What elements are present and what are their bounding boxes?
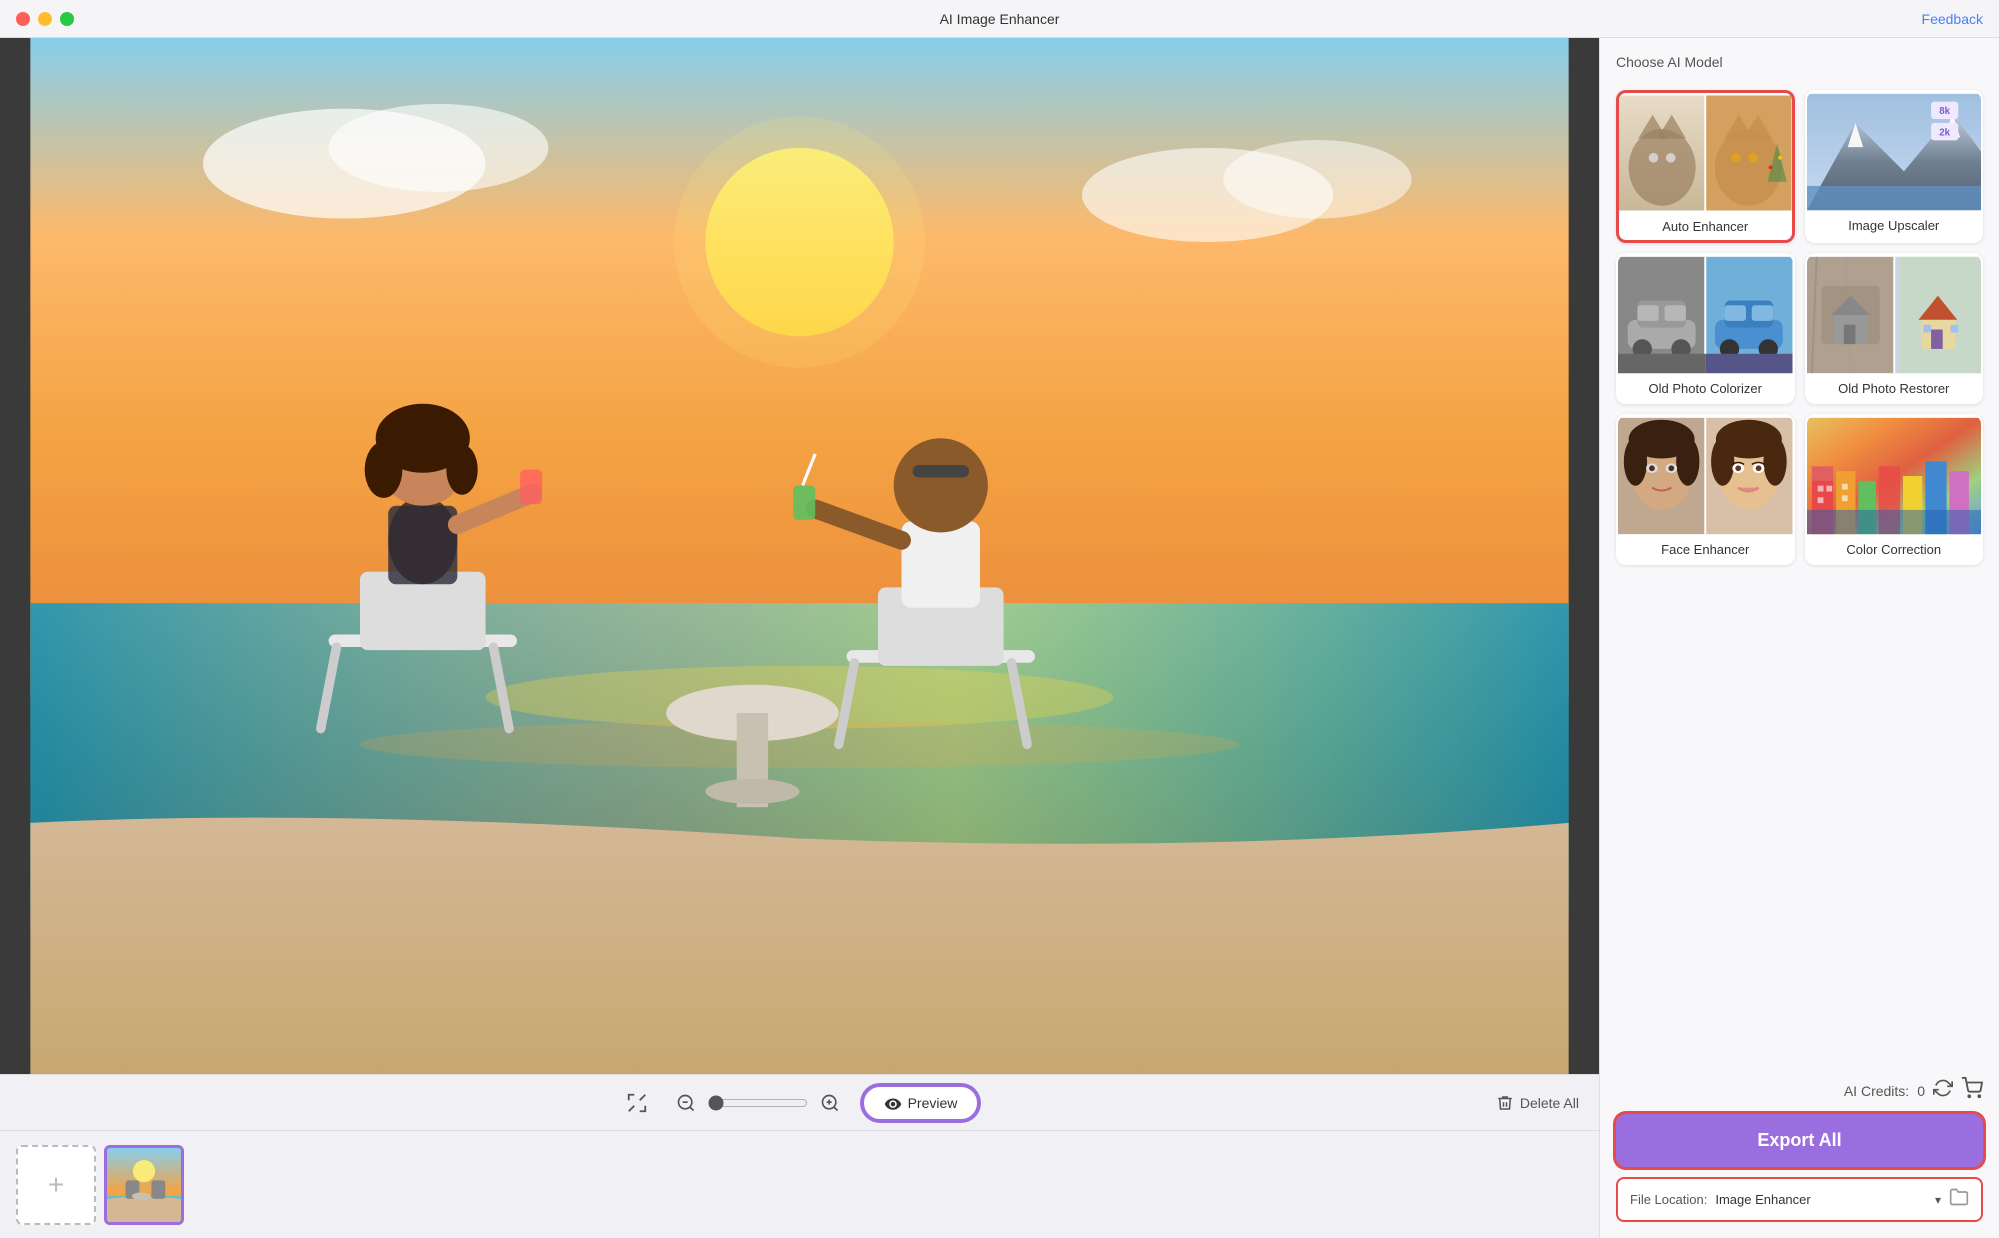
export-all-button[interactable]: Export All <box>1616 1114 1983 1167</box>
preview-button[interactable]: Preview <box>862 1085 980 1121</box>
main-image <box>0 38 1599 1074</box>
zoom-slider[interactable] <box>708 1095 808 1111</box>
open-folder-button[interactable] <box>1949 1187 1969 1212</box>
svg-text:8k: 8k <box>1939 106 1950 117</box>
zoom-in-button[interactable] <box>814 1087 846 1119</box>
ai-credits-count: 0 <box>1917 1083 1925 1099</box>
bottom-section: AI Credits: 0 <box>1616 1077 1983 1222</box>
eye-icon <box>884 1096 902 1110</box>
svg-text:2k: 2k <box>1939 128 1950 139</box>
section-title: Choose AI Model <box>1616 54 1983 70</box>
color-correction-label: Color Correction <box>1807 536 1982 563</box>
maximize-dot[interactable] <box>60 12 74 26</box>
minimize-dot[interactable] <box>38 12 52 26</box>
model-card-old-photo-colorizer[interactable]: Old Photo Colorizer <box>1616 253 1795 404</box>
color-correction-image <box>1807 416 1982 536</box>
ai-credits-row: AI Credits: 0 <box>1616 1077 1983 1104</box>
trash-icon <box>1496 1094 1514 1112</box>
model-card-face-enhancer[interactable]: Face Enhancer <box>1616 414 1795 565</box>
delete-all-button[interactable]: Delete All <box>1496 1094 1579 1112</box>
titlebar: AI Image Enhancer Feedback <box>0 0 1999 38</box>
refresh-credits-button[interactable] <box>1933 1078 1953 1103</box>
crop-tool-button[interactable] <box>620 1086 654 1120</box>
colorizer-label: Old Photo Colorizer <box>1618 375 1793 402</box>
canvas-area[interactable] <box>0 38 1599 1074</box>
model-card-color-correction[interactable]: Color Correction <box>1805 414 1984 565</box>
ai-credits-label: AI Credits: <box>1844 1083 1909 1099</box>
close-dot[interactable] <box>16 12 30 26</box>
model-card-auto-enhancer[interactable]: Auto Enhancer <box>1616 90 1795 243</box>
colorizer-image <box>1618 255 1793 375</box>
right-panel: Choose AI Model <box>1599 38 1999 1238</box>
zoom-out-button[interactable] <box>670 1087 702 1119</box>
file-location-select[interactable]: Image Enhancer <box>1715 1192 1931 1207</box>
thumbnail-preview <box>107 1148 181 1222</box>
thumbnail-item[interactable] <box>104 1145 184 1225</box>
feedback-link[interactable]: Feedback <box>1922 11 1983 27</box>
app-title: AI Image Enhancer <box>940 11 1060 27</box>
transform-tools <box>620 1086 654 1120</box>
file-location-select-wrapper: Image Enhancer ▾ <box>1715 1192 1941 1207</box>
upscaler-label: Image Upscaler <box>1807 212 1982 239</box>
preview-label: Preview <box>908 1095 958 1111</box>
window-controls <box>16 12 74 26</box>
restorer-image <box>1807 255 1982 375</box>
auto-enhancer-image <box>1619 93 1792 213</box>
zoom-controls <box>670 1087 846 1119</box>
left-panel: Preview Delete All + <box>0 38 1599 1238</box>
thumbnail-strip: + <box>0 1130 1599 1238</box>
face-enhancer-label: Face Enhancer <box>1618 536 1793 563</box>
model-grid: Auto Enhancer <box>1616 90 1983 565</box>
chevron-down-icon: ▾ <box>1935 1193 1941 1207</box>
upscaler-image: 8k 2k <box>1807 92 1982 212</box>
auto-enhancer-label: Auto Enhancer <box>1619 213 1792 240</box>
main-layout: Preview Delete All + <box>0 38 1999 1238</box>
delete-all-label: Delete All <box>1520 1095 1579 1111</box>
model-card-old-photo-restorer[interactable]: Old Photo Restorer <box>1805 253 1984 404</box>
cart-button[interactable] <box>1961 1077 1983 1104</box>
file-location-row: File Location: Image Enhancer ▾ <box>1616 1177 1983 1222</box>
restorer-label: Old Photo Restorer <box>1807 375 1982 402</box>
add-image-button[interactable]: + <box>16 1145 96 1225</box>
face-enhancer-image <box>1618 416 1793 536</box>
file-location-label: File Location: <box>1630 1192 1707 1207</box>
toolbar: Preview Delete All <box>0 1074 1599 1130</box>
model-card-image-upscaler[interactable]: 8k 2k Image Upscaler <box>1805 90 1984 243</box>
